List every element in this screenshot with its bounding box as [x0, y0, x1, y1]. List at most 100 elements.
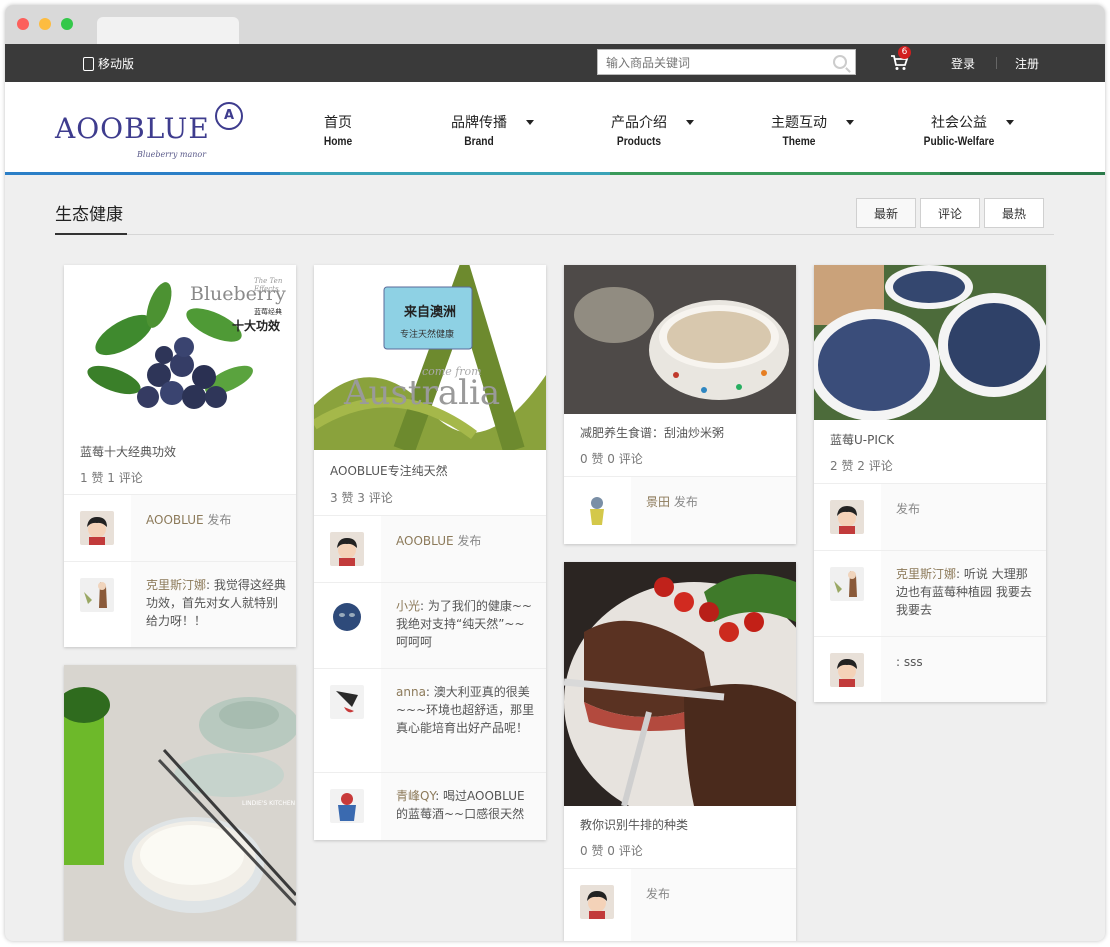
search-icon[interactable] — [833, 55, 847, 69]
nav-theme-en: Theme — [782, 134, 816, 148]
post-title[interactable]: 教你识别牛排的种类 — [580, 816, 688, 833]
comment-cell: 景田 发布 — [631, 477, 796, 544]
steak-photo — [564, 562, 796, 806]
comment-cell: : sss — [881, 637, 1046, 702]
nav-home-en: Home — [323, 134, 353, 148]
post-image[interactable]: 来自澳洲 专注天然健康 come from Australia — [314, 265, 546, 450]
search-input[interactable] — [604, 51, 828, 75]
avatar-cell — [314, 669, 382, 773]
nav-theme[interactable]: 主题互动 Theme — [762, 114, 836, 150]
comment-row: 发布 — [564, 868, 796, 941]
img-caption-cn2: 十大功效 — [232, 319, 281, 333]
username-link[interactable]: 克里斯汀娜 — [896, 567, 956, 581]
comment-row: anna: 澳大利亚真的很美~~~环境也超舒适，那里真心能培育出好产品呢！ — [314, 668, 546, 773]
avatar[interactable] — [330, 532, 364, 566]
comment-text: anna: 澳大利亚真的很美~~~环境也超舒适，那里真心能培育出好产品呢！ — [396, 683, 536, 737]
logo-mark-icon: A — [215, 102, 243, 130]
post-stats: 0 赞 0 评论 — [580, 844, 643, 858]
nav-public-welfare[interactable]: 社会公益 Public-Welfare — [910, 114, 1008, 150]
comment-text: 克里斯汀娜: 听说 大理那边也有蓝莓种植园 我要去我要去 — [896, 565, 1036, 619]
post-title[interactable]: 蓝莓十大经典功效 — [80, 443, 176, 460]
page-title: 生态健康 — [55, 205, 123, 225]
comment-cell: AOOBLUE 发布 — [381, 516, 546, 583]
post-image[interactable] — [564, 562, 796, 806]
post-card[interactable]: LINDIE'S KITCHEN — [64, 665, 296, 941]
sort-latest-button[interactable]: 最新 — [856, 198, 916, 228]
comment-row: : sss — [814, 636, 1046, 702]
username-link[interactable]: anna — [396, 685, 426, 699]
nav-theme-cn: 主题互动 — [771, 115, 827, 131]
username-link[interactable]: 景田 — [646, 495, 670, 509]
login-link[interactable]: 登录 — [951, 55, 975, 72]
post-title[interactable]: 减肥养生食谱：刮油炒米粥 — [580, 424, 724, 441]
comment-text: AOOBLUE 发布 — [396, 532, 536, 550]
divider — [996, 57, 997, 69]
nav-home-cn: 首页 — [324, 115, 352, 131]
username-link[interactable]: 青峰QY — [396, 789, 435, 803]
avatar[interactable] — [580, 885, 614, 919]
nav-brand-dropdown-icon[interactable] — [526, 120, 534, 125]
comment-cell: 克里斯汀娜: 听说 大理那边也有蓝莓种植园 我要去我要去 — [881, 551, 1046, 637]
header-color-bar — [5, 172, 1105, 175]
post-image[interactable] — [814, 265, 1046, 420]
post-card[interactable]: 来自澳洲 专注天然健康 come from Australia AOOBLUE专… — [314, 265, 546, 840]
username-link[interactable]: 克里斯汀娜 — [146, 578, 206, 592]
post-stats: 0 赞 0 评论 — [580, 452, 643, 466]
username-link[interactable]: AOOBLUE — [396, 534, 454, 548]
avatar[interactable] — [330, 685, 364, 719]
post-card[interactable]: 减肥养生食谱：刮油炒米粥 0 赞 0 评论 景田 发布 — [564, 265, 796, 544]
nav-brand[interactable]: 品牌传播 Brand — [442, 114, 516, 150]
australia-illustration — [314, 265, 546, 450]
post-title[interactable]: AOOBLUE专注纯天然 — [330, 462, 448, 479]
post-card[interactable]: 教你识别牛排的种类 0 赞 0 评论 发布 — [564, 562, 796, 941]
publish-label: 发布 — [896, 502, 921, 516]
publish-label: 发布 — [207, 513, 232, 527]
mobile-version-link[interactable]: 移动版 — [83, 55, 134, 72]
post-image[interactable] — [564, 265, 796, 414]
post-card[interactable]: The Ten Effects Blueberry 蓝莓经典 十大功效 蓝莓十大… — [64, 265, 296, 647]
img-watermark: LINDIE'S KITCHEN — [242, 800, 296, 807]
logo-text: AOOBLUE — [55, 112, 210, 145]
avatar[interactable] — [830, 567, 864, 601]
site-logo[interactable]: AOOBLUE A Blueberry manor — [55, 102, 245, 162]
avatar[interactable] — [580, 493, 614, 527]
post-title[interactable]: 蓝莓U-PICK — [830, 431, 894, 448]
avatar[interactable] — [80, 511, 114, 545]
post-card[interactable]: 蓝莓U-PICK 2 赞 2 评论 发布 克里斯汀娜: 听说 大理那边也有蓝莓种… — [814, 265, 1046, 702]
nav-products[interactable]: 产品介绍 Products — [602, 114, 676, 150]
close-window-dot[interactable] — [17, 18, 29, 30]
comment-row: 小光: 为了我们的健康~~我绝对支持“纯天然”~~呵呵呵 — [314, 582, 546, 669]
post-image[interactable]: The Ten Effects Blueberry 蓝莓经典 十大功效 — [64, 265, 296, 435]
cart-count-badge: 6 — [898, 46, 911, 59]
post-image[interactable]: LINDIE'S KITCHEN — [64, 665, 296, 941]
avatar[interactable] — [80, 578, 114, 612]
username-link[interactable]: AOOBLUE — [146, 513, 204, 527]
comment-row: 克里斯汀娜: 我觉得这经典功效，首先对女人就特别给力呀！！ — [64, 561, 296, 647]
avatar[interactable] — [830, 653, 864, 687]
avatar-cell — [814, 637, 882, 702]
nav-products-dropdown-icon[interactable] — [686, 120, 694, 125]
comment-text: 克里斯汀娜: 我觉得这经典功效，首先对女人就特别给力呀！！ — [146, 576, 286, 630]
nav-public-welfare-dropdown-icon[interactable] — [1006, 120, 1014, 125]
sort-hottest-button[interactable]: 最热 — [984, 198, 1044, 228]
nav-theme-dropdown-icon[interactable] — [846, 120, 854, 125]
register-link[interactable]: 注册 — [1015, 55, 1039, 72]
nav-home[interactable]: 首页 Home — [315, 114, 361, 150]
comment-row: AOOBLUE 发布 — [314, 515, 546, 583]
comment-text: 发布 — [646, 885, 786, 903]
avatar-cell — [64, 562, 132, 647]
avatar[interactable] — [330, 599, 364, 633]
porridge-photo — [564, 265, 796, 414]
site-header: AOOBLUE A Blueberry manor 首页 Home 品牌传播 B… — [5, 82, 1105, 175]
browser-tab[interactable] — [97, 17, 239, 44]
maximize-window-dot[interactable] — [61, 18, 73, 30]
avatar[interactable] — [330, 789, 364, 823]
sort-comments-button[interactable]: 评论 — [920, 198, 980, 228]
username-link[interactable]: 小光 — [396, 599, 420, 613]
search-box — [597, 49, 856, 75]
avatar[interactable] — [830, 500, 864, 534]
avatar-cell — [314, 773, 382, 840]
minimize-window-dot[interactable] — [39, 18, 51, 30]
comment-cell: 发布 — [881, 484, 1046, 551]
comment-row: 青峰QY: 喝过AOOBLUE的蓝莓酒~~口感很天然 — [314, 772, 546, 840]
